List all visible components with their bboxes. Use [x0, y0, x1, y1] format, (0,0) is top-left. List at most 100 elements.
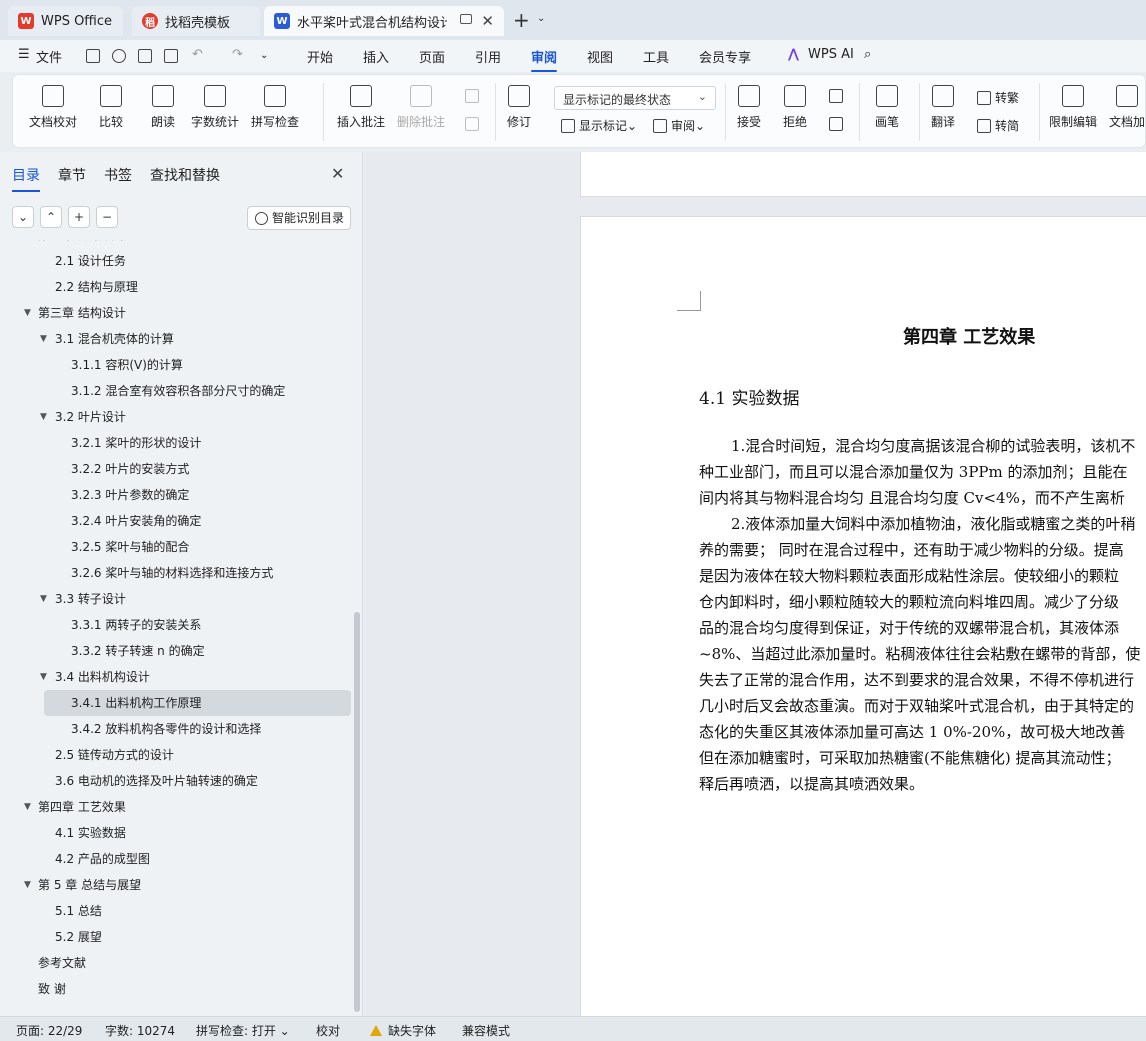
menu-page[interactable]: 页面 [419, 47, 445, 66]
markup-state-select[interactable]: 显示标记的最终状态 ⌄ [554, 86, 716, 110]
toc-item[interactable]: ▼ 第二章 方案设计 [0, 240, 355, 248]
nav-tab-find-replace[interactable]: 查找和替换 [150, 165, 220, 185]
toc-item[interactable]: 4.1 实验数据 [0, 820, 355, 846]
delete-comment-button[interactable]: 删除批注 [397, 85, 445, 130]
accept-button[interactable]: 接受 [737, 85, 761, 130]
toc-item[interactable]: 2.2 结构与原理 [0, 274, 355, 300]
prev-change-button[interactable] [829, 89, 847, 103]
review-pane-button[interactable]: 审阅 ⌄ [653, 117, 705, 134]
toc-item[interactable]: 4.2 产品的成型图 [0, 846, 355, 872]
toc-item[interactable]: 3.3.2 转子转速 n 的确定 [0, 638, 355, 664]
tab-wps-office[interactable]: W WPS Office [8, 6, 123, 36]
redo-icon[interactable]: ↷ [232, 47, 243, 62]
tab-document[interactable]: W 水平桨叶式混合机结构设计 说 ✕ [264, 6, 504, 36]
hamburger-icon[interactable]: ☰ [18, 47, 30, 62]
share-icon[interactable] [112, 49, 126, 63]
save-icon[interactable] [86, 49, 100, 63]
proofread-status[interactable]: 校对 [316, 1022, 340, 1039]
toc-item[interactable]: 2.5 链传动方式的设计 [0, 742, 355, 768]
toc-item[interactable]: 3.3.1 两转子的安装关系 [0, 612, 355, 638]
toc-item[interactable]: 3.4.1 出料机构工作原理 [44, 690, 351, 716]
nav-tab-chapters[interactable]: 章节 [58, 165, 86, 185]
print-preview-icon[interactable] [164, 49, 178, 63]
reject-button[interactable]: 拒绝 [783, 85, 807, 130]
toc-item[interactable]: ▼ 第四章 工艺效果 [0, 794, 355, 820]
page-indicator[interactable]: 页面: 22/29 [16, 1022, 82, 1039]
to-simplified-button[interactable]: 转简 [977, 117, 1019, 134]
spell-check-status[interactable]: 拼写检查: 打开 ⌄ [196, 1022, 290, 1039]
menu-insert[interactable]: 插入 [363, 47, 389, 66]
toc-item[interactable]: 3.2.1 桨叶的形状的设计 [0, 430, 355, 456]
toc-item[interactable]: 3.1.1 容积(V)的计算 [0, 352, 355, 378]
chevron-down-icon[interactable]: ⌄ [537, 13, 545, 24]
word-count-button[interactable]: 字数统计 [191, 85, 239, 130]
pen-button[interactable]: 画笔 [875, 85, 899, 130]
prev-comment-button[interactable] [465, 89, 483, 103]
menu-tools[interactable]: 工具 [643, 47, 669, 66]
track-changes-button[interactable]: 修订 [507, 85, 531, 130]
toc-item[interactable]: 3.1.2 混合室有效容积各部分尺寸的确定 [0, 378, 355, 404]
toc-scrollbar[interactable] [354, 612, 360, 1012]
smart-toc-button[interactable]: 智能识别目录 [247, 206, 351, 230]
word-count-indicator[interactable]: 字数: 10274 [105, 1022, 175, 1039]
insert-comment-button[interactable]: 插入批注 [337, 85, 385, 130]
toc-item[interactable]: 2.1 设计任务 [0, 248, 355, 274]
toc-item[interactable]: 3.2.4 叶片安装角的确定 [0, 508, 355, 534]
toc-item[interactable]: ▼ 第 5 章 总结与展望 [0, 872, 355, 898]
search-icon[interactable]: ⌕ [864, 47, 871, 62]
menu-membership[interactable]: 会员专享 [699, 47, 751, 66]
compare-button[interactable]: 比较 [99, 85, 123, 130]
expand-button[interactable]: + [68, 206, 90, 228]
expand-arrow-icon[interactable]: ▼ [24, 872, 31, 898]
toc-item[interactable]: 致 谢 [0, 976, 355, 1002]
collapse-up-button[interactable]: ⌃ [40, 206, 62, 228]
toc-item[interactable]: ▼ 3.1 混合机壳体的计算 [0, 326, 355, 352]
toc-item[interactable]: ▼ 3.4 出料机构设计 [0, 664, 355, 690]
read-aloud-button[interactable]: 朗读 [151, 85, 175, 130]
document-page[interactable]: 第四章 工艺效果 4.1 实验数据 1.混合时间短，混合均匀度高据该混合柳的试验… [580, 216, 1146, 1016]
close-tab-icon[interactable]: ✕ [481, 12, 494, 30]
expand-arrow-icon[interactable]: ▼ [24, 300, 31, 326]
toc-item[interactable]: 5.1 总结 [0, 898, 355, 924]
toc-item[interactable]: ▼ 3.2 叶片设计 [0, 404, 355, 430]
quick-access-chevron-icon[interactable]: ⌄ [260, 50, 268, 61]
expand-arrow-icon[interactable]: ▼ [40, 586, 47, 612]
toc-item[interactable]: 5.2 展望 [0, 924, 355, 950]
expand-arrow-icon[interactable]: ▼ [40, 404, 47, 430]
to-traditional-button[interactable]: 转繁 [977, 89, 1019, 106]
collapse-button[interactable]: − [96, 206, 118, 228]
toc-item[interactable]: ▼ 3.3 转子设计 [0, 586, 355, 612]
expand-arrow-icon[interactable]: ▼ [40, 664, 47, 690]
menu-references[interactable]: 引用 [475, 47, 501, 66]
toc-item[interactable]: 3.2.6 桨叶与轴的材料选择和连接方式 [0, 560, 355, 586]
menu-wps-ai[interactable]: WPS AI [808, 47, 854, 62]
toc-item[interactable]: 3.2.3 叶片参数的确定 [0, 482, 355, 508]
menu-view[interactable]: 视图 [587, 47, 613, 66]
undo-icon[interactable]: ↶ [192, 47, 203, 62]
collapse-down-button[interactable]: ⌄ [12, 206, 34, 228]
menu-file[interactable]: 文件 [36, 47, 62, 66]
toc-item[interactable]: 3.2.2 叶片的安装方式 [0, 456, 355, 482]
toc-item[interactable]: 3.6 电动机的选择及叶片轴转速的确定 [0, 768, 355, 794]
nav-tab-bookmarks[interactable]: 书签 [104, 165, 132, 185]
close-panel-icon[interactable]: ✕ [331, 164, 344, 183]
expand-arrow-icon[interactable]: ▼ [24, 240, 31, 248]
spell-check-button[interactable]: 拼写检查 [251, 85, 299, 130]
menu-review[interactable]: 审阅 [531, 47, 558, 72]
next-comment-button[interactable] [465, 117, 483, 131]
monitor-icon[interactable] [460, 14, 472, 24]
doc-check-button[interactable]: 文档校对 [29, 85, 77, 130]
expand-arrow-icon[interactable]: ▼ [24, 794, 31, 820]
doc-protect-button[interactable]: 文档加 [1109, 85, 1145, 130]
expand-arrow-icon[interactable]: ▼ [40, 326, 47, 352]
menu-home[interactable]: 开始 [307, 47, 333, 66]
next-change-button[interactable] [829, 117, 847, 131]
print-icon[interactable] [138, 49, 152, 63]
missing-font-status[interactable]: 缺失字体 [370, 1022, 436, 1039]
restrict-edit-button[interactable]: 限制编辑 [1049, 85, 1097, 130]
new-tab-button[interactable]: + [513, 10, 530, 30]
nav-tab-toc[interactable]: 目录 [12, 165, 40, 192]
toc-item[interactable]: 参考文献 [0, 950, 355, 976]
toc-item[interactable]: 3.2.5 桨叶与轴的配合 [0, 534, 355, 560]
tab-docer-templates[interactable]: 稻 找稻壳模板 [132, 6, 260, 36]
